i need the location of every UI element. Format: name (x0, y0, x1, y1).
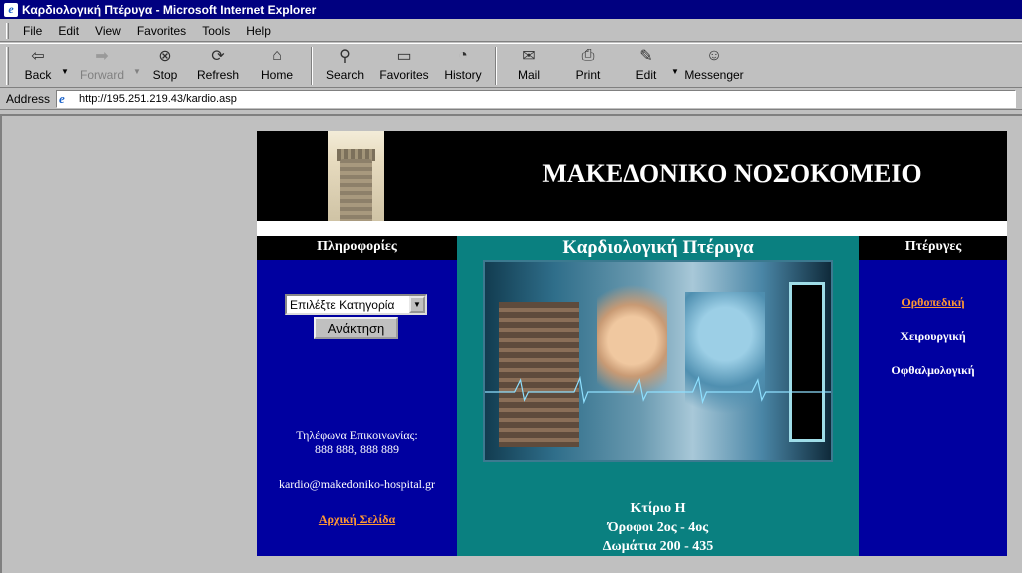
back-dropdown[interactable]: ▼ (61, 44, 71, 88)
web-page: ΜΑΚΕΔΟΝΙΚΟ ΝΟΣΟΚΟΜΕΙΟ Πληροφορίες Επιλέξ… (257, 131, 1007, 556)
hospital-title: ΜΑΚΕΔΟΝΙΚΟ ΝΟΣΟΚΟΜΕΙΟ (542, 159, 922, 188)
messenger-button[interactable]: ☺ Messenger (681, 44, 747, 88)
toolbar: ⇦ Back ▼ ➡ Forward ▼ ⊗ Stop ⟳ Refresh ⌂ … (0, 43, 1022, 88)
mail-label: Mail (517, 68, 540, 82)
history-label: History (444, 68, 482, 82)
search-icon: ⚲ (339, 48, 351, 65)
wing-ophthalmology[interactable]: Οφθαλμολογική (859, 363, 1007, 378)
mail-icon: ✉ (522, 48, 536, 65)
chevron-down-icon[interactable]: ▼ (409, 296, 425, 313)
home-button[interactable]: ⌂ Home (249, 44, 305, 88)
edit-icon: ✎ (639, 48, 653, 65)
folder-icon: ▭ (396, 48, 412, 65)
address-label: Address (6, 92, 51, 106)
stop-button[interactable]: ⊗ Stop (143, 44, 187, 88)
banner: ΜΑΚΕΔΟΝΙΚΟ ΝΟΣΟΚΟΜΕΙΟ (257, 131, 1007, 221)
printer-icon: ⎙ (581, 47, 595, 64)
back-arrow-icon: ⇦ (31, 48, 45, 65)
phone-numbers: 888 888, 888 889 (315, 442, 399, 456)
edit-label: Edit (635, 68, 657, 82)
menu-favorites[interactable]: Favorites (129, 24, 194, 38)
search-button[interactable]: ⚲ Search (319, 44, 371, 88)
divider-strip (257, 221, 1007, 236)
ecg-line (485, 375, 831, 404)
stop-icon: ⊗ (158, 48, 172, 65)
home-link-wrap: Αρχική Σελίδα (257, 512, 457, 526)
menu-edit[interactable]: Edit (50, 24, 87, 38)
history-button[interactable]: ◔ History (437, 44, 489, 88)
email-text: kardio@makedoniko-hospital.gr (278, 477, 436, 491)
address-input[interactable]: e http://195.251.219.43/kardio.asp (56, 90, 1017, 108)
home-icon: ⌂ (272, 47, 282, 64)
menu-view[interactable]: View (87, 24, 129, 38)
info-heading: Πληροφορίες (257, 236, 457, 260)
wings-heading: Πτέρυγες (859, 236, 1007, 260)
print-label: Print (575, 68, 601, 82)
forward-label: Forward (79, 68, 124, 82)
center-panel: Καρδιολογική Πτέρυγα Κτίριο Η Όροφοι 2ος… (457, 236, 859, 556)
ie-icon: e (4, 2, 18, 17)
hospital-collage-image (483, 260, 833, 462)
retrieve-button[interactable]: Ανάκτηση (314, 317, 398, 339)
forward-dropdown[interactable]: ▼ (133, 44, 143, 88)
address-url: http://195.251.219.43/kardio.asp (79, 93, 237, 105)
menu-tools[interactable]: Tools (194, 24, 238, 38)
back-button[interactable]: ⇦ Back (15, 44, 61, 88)
category-select-value: Επιλέξτε Κατηγορία (290, 297, 395, 312)
menu-file[interactable]: File (15, 24, 50, 38)
phone-label: Τηλέφωνα Επικοινωνίας: (296, 428, 418, 442)
window-title: Καρδιολογική Πτέρυγα - Microsoft Interne… (22, 2, 317, 17)
wing-orthopedic[interactable]: Ορθοπεδική (859, 295, 1007, 310)
search-label: Search (325, 68, 365, 82)
address-bar: Address e http://195.251.219.43/kardio.a… (0, 89, 1022, 110)
right-panel: Πτέρυγες Ορθοπεδική Χειρουργική Οφθαλμολ… (859, 236, 1007, 556)
floors-text: Όροφοι 2ος - 4ος (607, 520, 709, 535)
refresh-button[interactable]: ⟳ Refresh (187, 44, 249, 88)
building-text: Κτίριο Η (630, 501, 686, 516)
white-tower-image (328, 131, 384, 221)
toolbar-separator (311, 47, 313, 85)
refresh-label: Refresh (196, 68, 240, 82)
forward-button[interactable]: ➡ Forward (71, 44, 133, 88)
print-button[interactable]: ⎙ Print (555, 44, 621, 88)
menu-grip (6, 22, 9, 39)
page-icon: e (59, 91, 65, 106)
category-select[interactable]: Επιλέξτε Κατηγορία ▼ (285, 294, 427, 315)
history-icon: ◔ (458, 47, 468, 64)
messenger-label: Messenger (684, 68, 744, 82)
favorites-label: Favorites (379, 68, 429, 82)
mail-button[interactable]: ✉ Mail (503, 44, 555, 88)
stop-label: Stop (152, 68, 178, 82)
menu-help[interactable]: Help (238, 24, 279, 38)
rooms-text: Δωμάτια 200 - 435 (602, 539, 714, 554)
favorites-button[interactable]: ▭ Favorites (371, 44, 437, 88)
refresh-icon: ⟳ (211, 48, 225, 65)
window-titlebar[interactable]: e Καρδιολογική Πτέρυγα - Microsoft Inter… (0, 0, 1022, 19)
messenger-icon: ☺ (705, 47, 723, 64)
wing-surgical[interactable]: Χειρουργική (859, 329, 1007, 344)
toolbar-separator (495, 47, 497, 85)
toolbar-grip (6, 47, 9, 85)
home-page-link[interactable]: Αρχική Σελίδα (319, 512, 395, 526)
menu-bar: File Edit View Favorites Tools Help (0, 20, 1022, 42)
edit-button[interactable]: ✎ Edit (621, 44, 671, 88)
cardiology-title: Καρδιολογική Πτέρυγα (562, 237, 754, 258)
home-label: Home (260, 68, 293, 82)
edit-dropdown[interactable]: ▼ (671, 44, 681, 88)
back-label: Back (24, 68, 52, 82)
left-panel: Πληροφορίες Επιλέξτε Κατηγορία ▼ Ανάκτησ… (257, 236, 457, 556)
forward-arrow-icon: ➡ (95, 48, 109, 65)
